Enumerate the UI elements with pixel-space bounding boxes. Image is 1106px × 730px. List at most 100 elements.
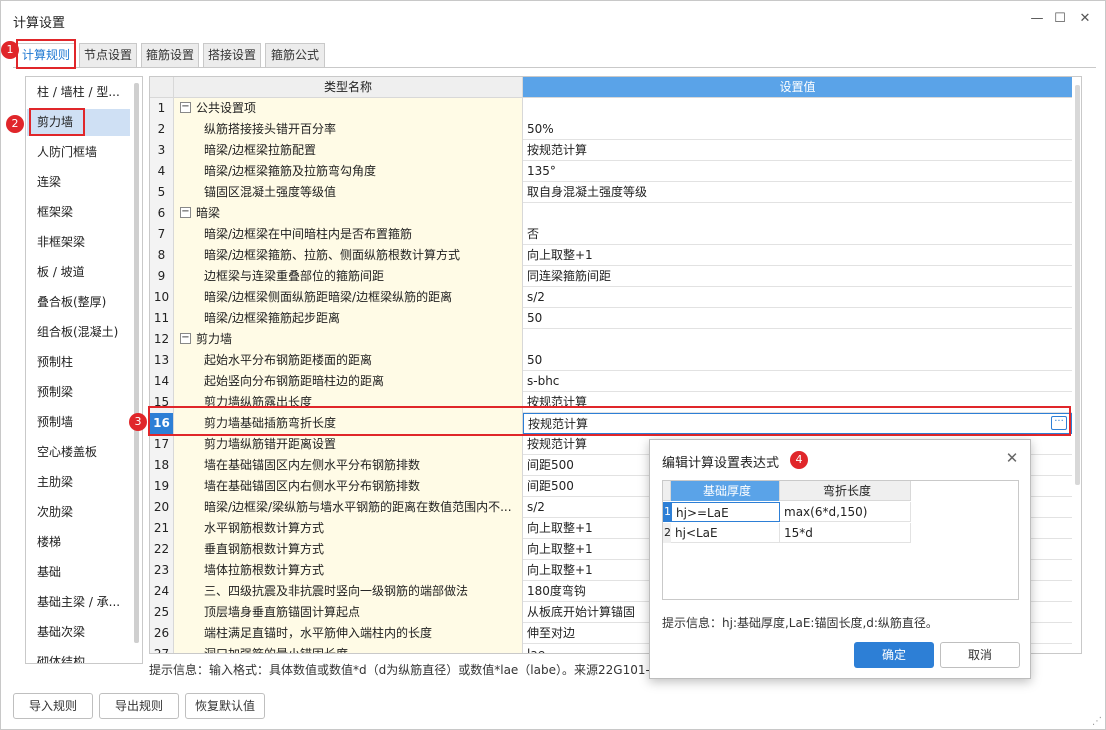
row-number: 4 [150, 161, 174, 182]
tab-stirrup-settings[interactable]: 箍筋设置 [141, 43, 199, 67]
setting-value[interactable]: 向上取整+1 [523, 245, 1072, 266]
collapse-icon[interactable]: − [180, 333, 191, 344]
expr-header-length[interactable]: 弯折长度 [780, 481, 911, 501]
expr-condition-cell[interactable]: hj>=LaE [671, 502, 780, 522]
category-list: 柱 / 墙柱 / 型... 剪力墙 人防门框墙 连梁 框架梁 非框架梁 板 / … [25, 76, 143, 664]
tab-calc-rules[interactable]: 计算规则 [17, 43, 75, 67]
setting-value[interactable] [523, 98, 1072, 119]
table-group-row[interactable]: 6− 暗梁 [150, 203, 1072, 224]
table-row[interactable]: 15 剪力墙纵筋露出长度 按规范计算 [150, 392, 1072, 413]
table-group-row[interactable]: 12− 剪力墙 [150, 329, 1072, 350]
collapse-icon[interactable]: − [180, 207, 191, 218]
table-row[interactable]: 13 起始水平分布钢筋距楼面的距离 50 [150, 350, 1072, 371]
category-item-shear-wall[interactable]: 剪力墙 [27, 109, 130, 136]
column-header-value[interactable]: 设置值 [523, 77, 1072, 98]
setting-value[interactable]: s-bhc [523, 371, 1072, 392]
table-row[interactable]: 3 暗梁/边框梁拉筋配置 按规范计算 [150, 140, 1072, 161]
row-number: 9 [150, 266, 174, 287]
category-item[interactable]: 人防门框墙 [27, 139, 130, 166]
setting-value-text: 50 [527, 311, 543, 325]
setting-label: 暗梁/边框梁侧面纵筋距暗梁/边框梁纵筋的距离 [204, 290, 453, 304]
column-header-name[interactable]: 类型名称 [174, 77, 523, 98]
setting-value[interactable]: 取自身混凝土强度等级 [523, 182, 1072, 203]
minimize-icon[interactable]: — [1027, 9, 1047, 29]
table-row-selected[interactable]: 16 剪力墙基础插筋弯折长度 按规范计算 ··· [150, 413, 1072, 434]
expr-length-cell[interactable]: 15*d [780, 523, 911, 543]
setting-label: 暗梁/边框梁拉筋配置 [204, 143, 317, 157]
row-number: 25 [150, 602, 174, 623]
export-rules-button[interactable]: 导出规则 [99, 693, 179, 719]
table-row[interactable]: 2 纵筋搭接接头错开百分率 50% [150, 119, 1072, 140]
cancel-button[interactable]: 取消 [940, 642, 1020, 668]
category-scrollbar[interactable] [134, 83, 139, 643]
table-row[interactable]: 8 暗梁/边框梁箍筋、拉筋、侧面纵筋根数计算方式 向上取整+1 [150, 245, 1072, 266]
category-item[interactable]: 基础次梁 [27, 619, 130, 646]
category-item[interactable]: 预制墙 [27, 409, 130, 436]
table-row[interactable]: 4 暗梁/边框梁箍筋及拉筋弯勾角度 135° [150, 161, 1072, 182]
setting-value[interactable] [523, 203, 1072, 224]
collapse-icon[interactable]: − [180, 102, 191, 113]
table-row[interactable]: 14 起始竖向分布钢筋距暗柱边的距离 s-bhc [150, 371, 1072, 392]
setting-label: 暗梁/边框梁箍筋、拉筋、侧面纵筋根数计算方式 [204, 248, 461, 262]
expr-header-thickness[interactable]: 基础厚度 [671, 481, 780, 501]
setting-value[interactable]: 同连梁箍筋间距 [523, 266, 1072, 287]
resize-grip-icon[interactable]: ⋰ [1092, 716, 1102, 727]
maximize-icon[interactable]: ☐ [1050, 9, 1070, 29]
setting-value[interactable]: 否 [523, 224, 1072, 245]
grid-scrollbar[interactable] [1075, 85, 1080, 485]
table-row[interactable]: 9 边框梁与连梁重叠部位的箍筋间距 同连梁箍筋间距 [150, 266, 1072, 287]
setting-value[interactable]: 50 [523, 308, 1072, 329]
category-item[interactable]: 组合板(混凝土) [27, 319, 130, 346]
group-label: 剪力墙 [196, 332, 233, 346]
tab-node-settings[interactable]: 节点设置 [79, 43, 137, 67]
category-item[interactable]: 主肋梁 [27, 469, 130, 496]
category-item[interactable]: 空心楼盖板 [27, 439, 130, 466]
ok-button[interactable]: 确定 [854, 642, 934, 668]
table-group-row[interactable]: 1− 公共设置项 [150, 98, 1072, 119]
setting-label: 起始水平分布钢筋距楼面的距离 [204, 353, 373, 367]
table-row[interactable]: 11 暗梁/边框梁箍筋起步距离 50 [150, 308, 1072, 329]
setting-value-text: 50 [527, 353, 543, 367]
dialog-close-icon[interactable]: ✕ [1002, 448, 1022, 468]
setting-value[interactable]: 按规范计算 [523, 392, 1072, 413]
tab-stirrup-formula[interactable]: 箍筋公式 [265, 43, 325, 67]
category-item[interactable]: 预制柱 [27, 349, 130, 376]
category-item[interactable]: 次肋梁 [27, 499, 130, 526]
category-item[interactable]: 板 / 坡道 [27, 259, 130, 286]
category-item[interactable]: 柱 / 墙柱 / 型... [27, 79, 130, 106]
setting-label: 剪力墙基础插筋弯折长度 [204, 416, 337, 430]
setting-value[interactable]: 按规范计算 [523, 140, 1072, 161]
row-number: 22 [150, 539, 174, 560]
table-row[interactable]: 5 锚固区混凝土强度等级值 取自身混凝土强度等级 [150, 182, 1072, 203]
tab-lap-settings[interactable]: 搭接设置 [203, 43, 261, 67]
table-row[interactable]: 10 暗梁/边框梁侧面纵筋距暗梁/边框梁纵筋的距离 s/2 [150, 287, 1072, 308]
row-name: 墙在基础锚固区内左侧水平分布钢筋排数 [174, 455, 523, 476]
expr-length-cell[interactable]: max(6*d,150) [780, 502, 911, 522]
expr-condition-cell[interactable]: hj<LaE [671, 523, 780, 543]
import-rules-button[interactable]: 导入规则 [13, 693, 93, 719]
row-name: 剪力墙基础插筋弯折长度 [174, 413, 523, 434]
setting-value[interactable]: 135° [523, 161, 1072, 182]
category-item[interactable]: 基础主梁 / 承... [27, 589, 130, 616]
category-item[interactable]: 叠合板(整厚) [27, 289, 130, 316]
ellipsis-button[interactable]: ··· [1051, 416, 1067, 430]
setting-value[interactable]: 按规范计算 ··· [523, 413, 1072, 434]
category-item[interactable]: 楼梯 [27, 529, 130, 556]
row-name: 纵筋搭接接头错开百分率 [174, 119, 523, 140]
setting-label: 边框梁与连梁重叠部位的箍筋间距 [204, 269, 385, 283]
setting-label: 暗梁/边框梁箍筋起步距离 [204, 311, 341, 325]
category-item[interactable]: 预制梁 [27, 379, 130, 406]
setting-value[interactable] [523, 329, 1072, 350]
category-item[interactable]: 砌体结构 [27, 649, 130, 663]
table-row[interactable]: 7 暗梁/边框梁在中间暗柱内是否布置箍筋 否 [150, 224, 1072, 245]
category-item[interactable]: 框架梁 [27, 199, 130, 226]
row-number: 2 [150, 119, 174, 140]
setting-value[interactable]: s/2 [523, 287, 1072, 308]
setting-value[interactable]: 50% [523, 119, 1072, 140]
setting-value[interactable]: 50 [523, 350, 1072, 371]
category-item[interactable]: 连梁 [27, 169, 130, 196]
category-item[interactable]: 非框架梁 [27, 229, 130, 256]
close-icon[interactable]: ✕ [1075, 9, 1095, 29]
category-item[interactable]: 基础 [27, 559, 130, 586]
restore-defaults-button[interactable]: 恢复默认值 [185, 693, 265, 719]
